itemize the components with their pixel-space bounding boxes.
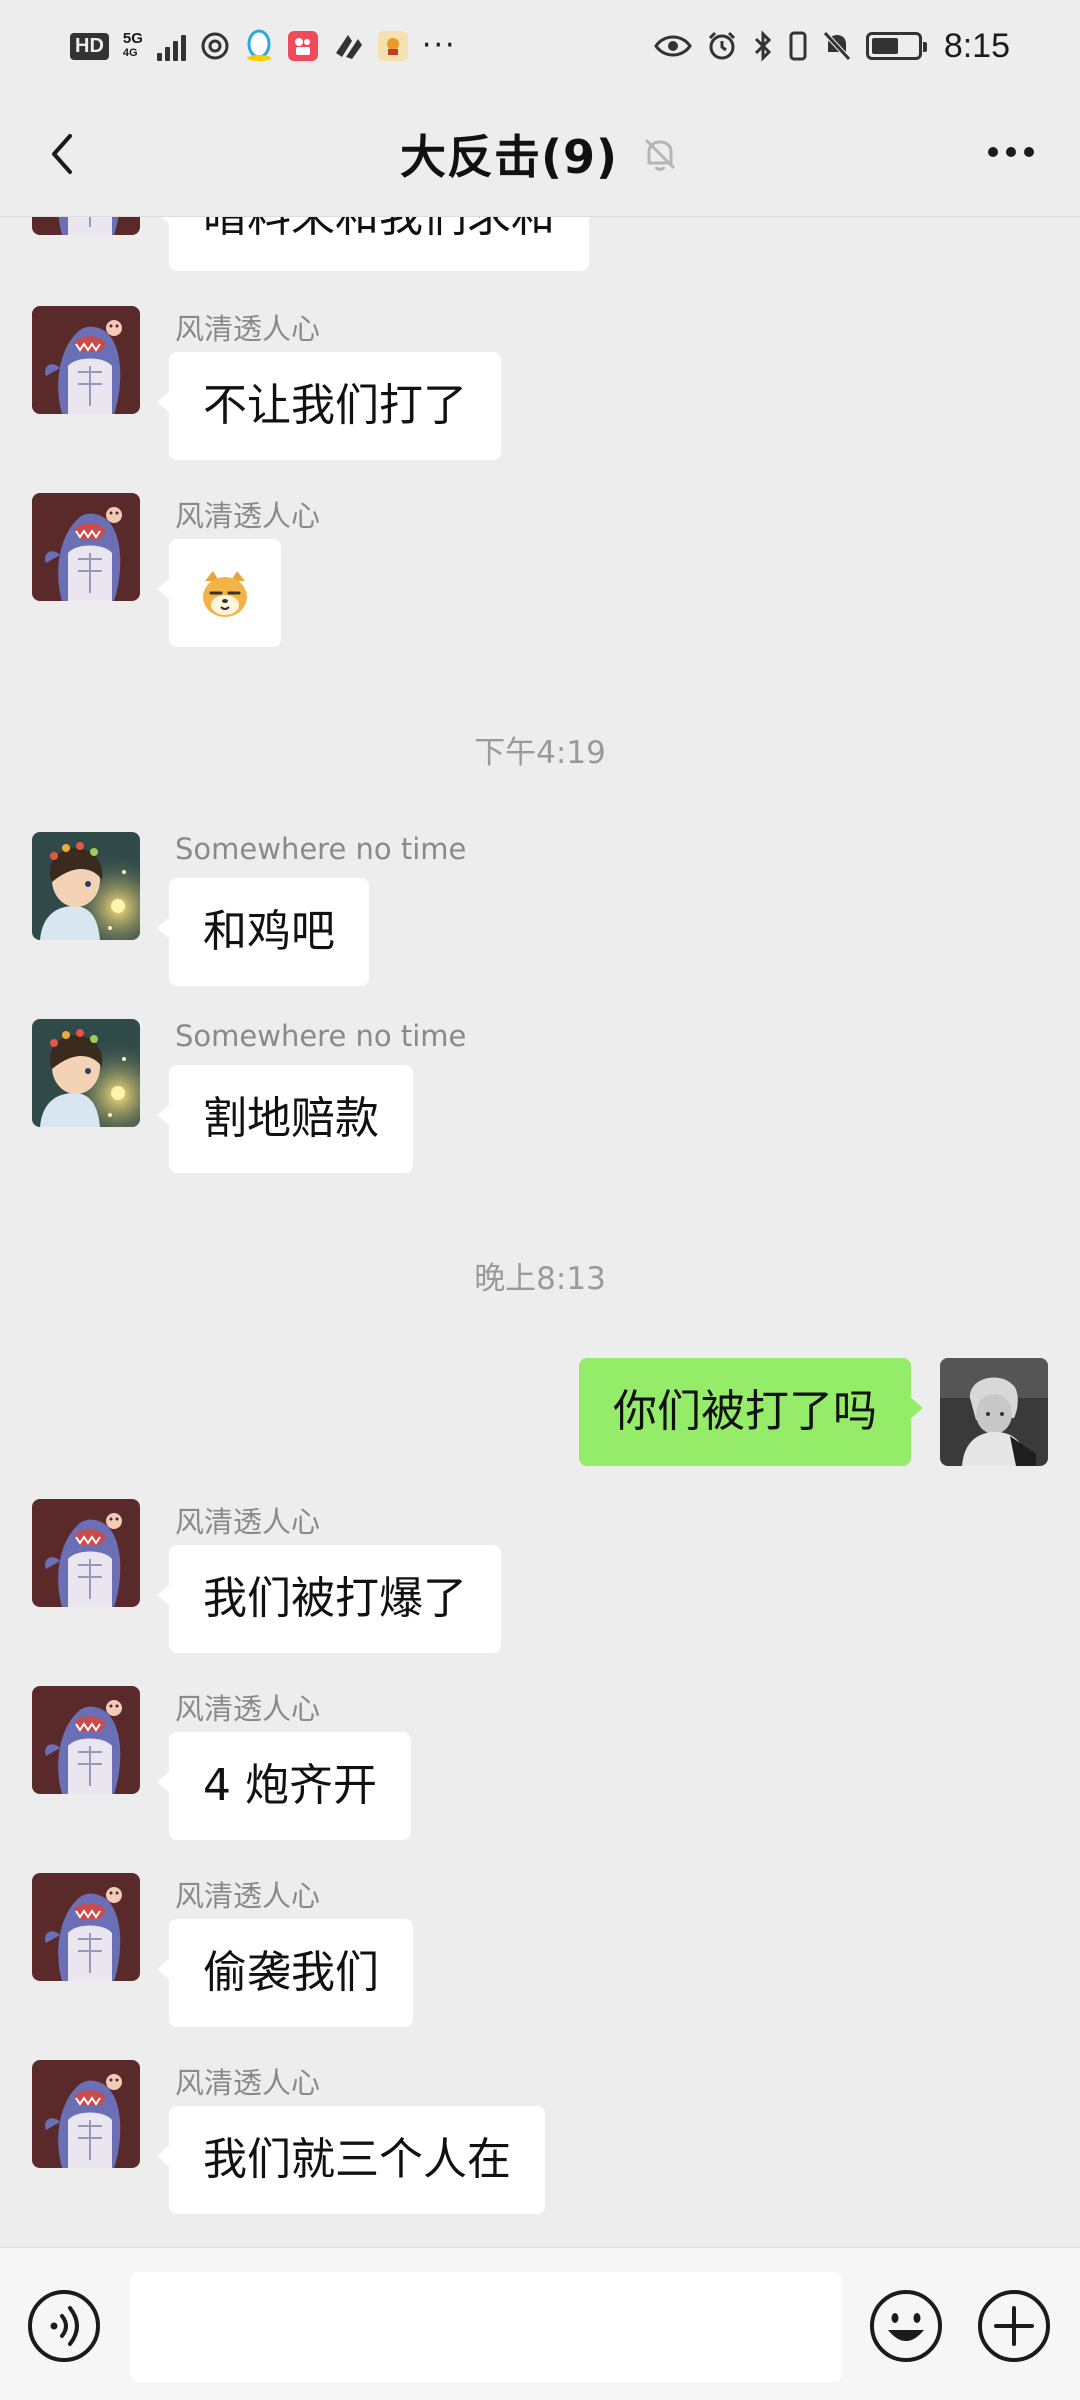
network-type-label: 5G [122,30,143,47]
message-bubble[interactable]: 割地赔款 [157,1065,413,1173]
sender-name: 风清透人心 [175,1879,321,1913]
game-app-icon [377,31,408,61]
sender-name: 风清透人心 [175,2066,321,2100]
network-sub-label: 4G [122,47,138,59]
gray-avatar[interactable] [940,1358,1048,1466]
message-list[interactable]: 暗料来和我们求和 风清透人心 不让我们打了 风清透人心 下午4:19 Somew… [0,217,1080,2247]
battery-icon [865,32,927,60]
sender-name: 风清透人心 [175,1692,321,1726]
sender-name: Somewhere no time [175,1019,467,1053]
shark-avatar[interactable] [32,2060,140,2168]
message-bubble[interactable]: 4 炮齐开 [157,1732,411,1840]
status-right: 8:15 [654,27,1010,66]
more-notifications: ··· [421,28,457,63]
emoji-icon[interactable] [868,2288,944,2364]
chat-header: 大反击(9) [0,92,1080,217]
sender-name: 风清透人心 [175,1505,321,1539]
sender-name: 风清透人心 [175,312,321,346]
qq-app-icon [246,29,271,61]
message-bubble-outgoing[interactable]: 你们被打了吗 [579,1358,923,1466]
sender-name: 风清透人心 [175,499,321,533]
spiral-app-icon [201,32,229,60]
message-bubble[interactable]: 我们就三个人在 [157,2106,545,2214]
back-chevron-icon[interactable] [34,124,94,184]
status-bar: HD 5G 4G ··· 8:15 [0,0,1080,92]
tencent-video-app-icon [335,35,362,59]
bell-off-icon [644,138,676,171]
eye-icon [654,35,692,57]
shark-avatar[interactable] [32,493,140,601]
message-bubble[interactable]: 偷袭我们 [157,1919,413,2027]
shark-avatar[interactable] [32,1499,140,1607]
bluetooth-icon [754,30,771,62]
more-options-icon[interactable] [976,122,1046,182]
message-input[interactable] [130,2272,842,2382]
kuaishou-app-icon [287,31,318,61]
shark-avatar[interactable] [32,306,140,414]
sender-name: Somewhere no time [175,832,467,866]
input-bar [0,2247,1080,2400]
hd-badge: HD [70,32,109,60]
message-bubble[interactable]: 不让我们打了 [157,352,501,460]
doge-emoji-icon [203,571,247,617]
voice-icon[interactable] [26,2288,102,2364]
sticker-bubble[interactable] [157,539,281,647]
message-bubble[interactable]: 我们被打爆了 [157,1545,501,1653]
shark-avatar[interactable] [32,1873,140,1981]
boy-avatar[interactable] [32,1019,140,1127]
signal-icon [156,31,186,61]
network-type: 5G 4G [123,31,143,61]
alarm-icon [708,31,735,60]
chat-title[interactable]: 大反击(9) [400,121,618,187]
message-bubble[interactable]: 和鸡吧 [157,878,369,986]
shark-avatar[interactable] [32,217,140,235]
plus-icon[interactable] [976,2288,1052,2364]
notification-off-icon [822,31,851,61]
status-time: 8:15 [943,26,1010,65]
time-divider: 晚上8:13 [474,1261,606,1297]
message-bubble[interactable]: 暗料来和我们求和 [157,217,589,271]
battery-fill [871,38,899,54]
boy-avatar[interactable] [32,832,140,940]
title-wrap: 大反击(9) [400,121,680,187]
time-divider: 下午4:19 [474,735,606,771]
vibrate-icon [789,31,807,61]
status-left: HD 5G 4G ··· [70,29,457,63]
shark-avatar[interactable] [32,1686,140,1794]
